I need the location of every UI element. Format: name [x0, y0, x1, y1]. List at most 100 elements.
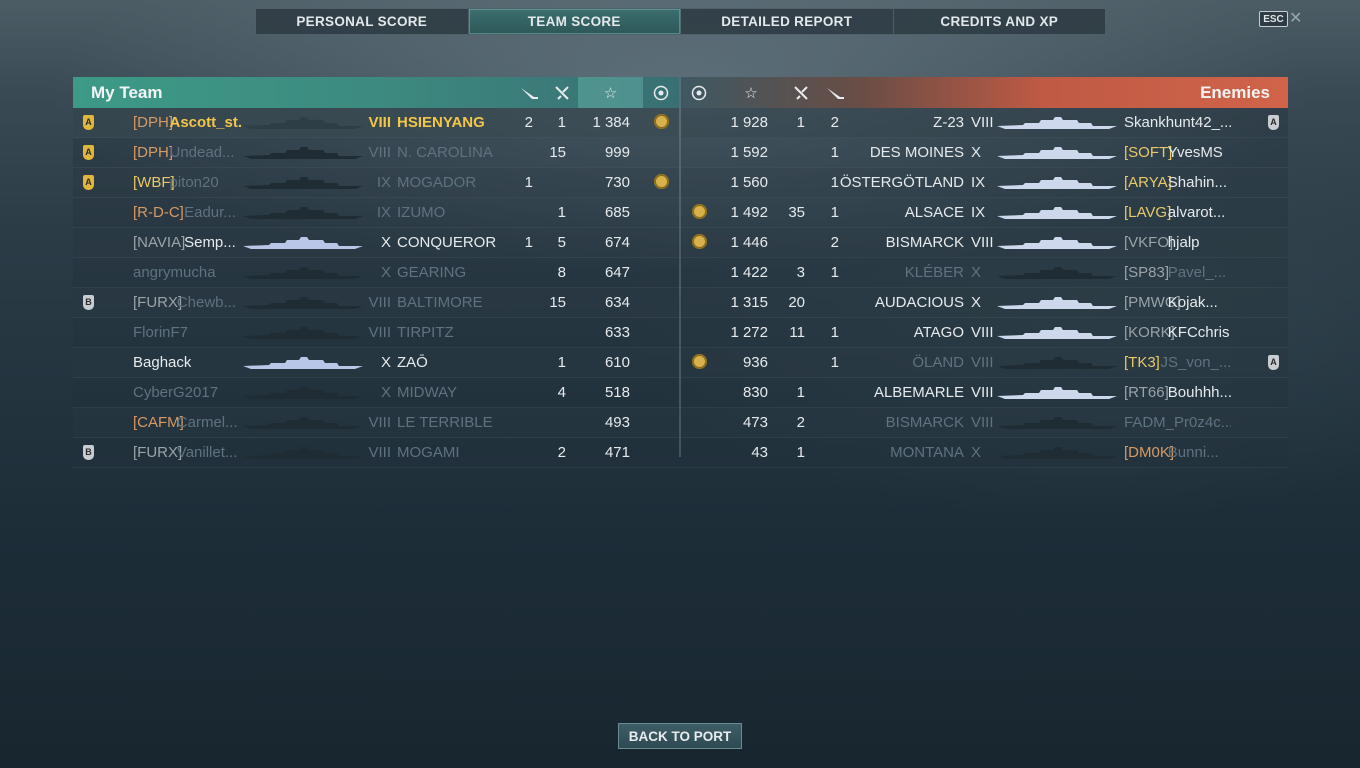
table-row[interactable]: B [FURX] Vanillet... VIII MOGAMI 2 471	[73, 438, 679, 468]
player-name[interactable]: YvesMS	[1168, 138, 1223, 167]
base-xp-score: 730	[604, 174, 630, 191]
player-name[interactable]: piton20	[170, 168, 219, 197]
table-row[interactable]: 1 422 3 1 KLÉBER X [SP83] Pavel_...	[681, 258, 1288, 288]
ship-tier: VIII	[368, 324, 391, 341]
player-name[interactable]: Baghack	[133, 348, 191, 377]
ship-tier: VIII	[971, 384, 994, 401]
plane-icon[interactable]	[546, 77, 578, 108]
table-row[interactable]: 1 492 35 1 ALSACE IX [LAVG] alvarot...	[681, 198, 1288, 228]
player-name[interactable]: Ascott_st...	[170, 108, 244, 137]
ship-name: KLÉBER	[904, 264, 964, 281]
player-name[interactable]: Carmel...	[177, 408, 238, 437]
results-tabs: PERSONAL SCORE TEAM SCORE DETAILED REPORT C…	[255, 8, 1106, 35]
table-row[interactable]: 1 560 1 ÖSTERGÖTLAND IX [ARYA] Shahin...	[681, 168, 1288, 198]
table-row[interactable]: 473 2 BISMARCK VIII FADM_Pr0z4c...	[681, 408, 1288, 438]
tab-credits-and-xp[interactable]: CREDITS AND XP	[894, 9, 1106, 34]
torpedo-hits	[509, 318, 533, 347]
my-team-list: A [DPH] Ascott_st... VIII HSIENYANG 2 1 1 384 A[…	[73, 108, 679, 468]
player-name[interactable]: Chewb...	[177, 288, 236, 317]
planes-destroyed: 1	[557, 354, 566, 371]
ship-tier: VIII	[368, 414, 391, 431]
table-row[interactable]: Baghack X ZAŌ 1 610	[73, 348, 679, 378]
rank-badge: A	[83, 145, 94, 160]
ship-silhouette-icon	[243, 326, 363, 340]
table-row[interactable]: 1 446 2 BISMARCK VIII [VKFO] hjalp	[681, 228, 1288, 258]
table-row[interactable]: CyberG2017 X MIDWAY 4 518	[73, 378, 679, 408]
rank-badge: A	[83, 115, 94, 130]
planes-destroyed: 4	[557, 384, 566, 401]
ship-silhouette-icon	[997, 326, 1117, 340]
torpedo-icon[interactable]	[512, 77, 546, 108]
tab-personal-score[interactable]: PERSONAL SCORE	[256, 9, 469, 34]
table-row[interactable]: A [DPH] Ascott_st... VIII HSIENYANG 2 1 1 384	[73, 108, 679, 138]
base-xp-score: 1 446	[730, 234, 768, 251]
player-clan: [TK3]	[1124, 354, 1160, 371]
back-to-port-button[interactable]: BACK TO PORT	[618, 723, 742, 749]
rank-badge: B	[83, 295, 94, 310]
table-row[interactable]: B [FURX] Chewb... VIII BALTIMORE 15 634	[73, 288, 679, 318]
star-icon[interactable]: ☆	[731, 77, 771, 108]
player-name[interactable]: Shahin...	[1168, 168, 1227, 197]
ship-tier: VIII	[971, 324, 994, 341]
esc-key-hint[interactable]: ESC	[1259, 11, 1288, 27]
player-name[interactable]: Semp...	[184, 228, 236, 257]
player-name[interactable]: angrymucha	[133, 258, 216, 287]
table-row[interactable]: 1 272 11 1 ATAGO VIII [KORK] KFCchris	[681, 318, 1288, 348]
medal-icon	[654, 114, 669, 129]
torpedo-hits: 2	[524, 114, 533, 131]
table-row[interactable]: 43 1 MONTANA X [DM0K] Bunni...	[681, 438, 1288, 468]
player-name[interactable]: Undead...	[170, 138, 235, 167]
torpedo-hits: 1	[524, 234, 533, 251]
table-row[interactable]: 830 1 ALBEMARLE VIII [RT66] Bouhhh...	[681, 378, 1288, 408]
tab-detailed-report[interactable]: DETAILED REPORT	[681, 9, 894, 34]
table-row[interactable]: [CAFM] Carmel... VIII LE TERRIBLE 493	[73, 408, 679, 438]
player-name[interactable]: KFCchris	[1168, 318, 1230, 347]
player-name[interactable]: FADM_Pr0z4c...	[1124, 408, 1231, 437]
close-icon[interactable]: ✕	[1289, 8, 1302, 28]
ship-silhouette-icon	[997, 446, 1117, 460]
ship-name: Z-23	[933, 114, 964, 131]
table-row[interactable]: [NAVIA] Semp... X CONQUEROR 1 5 674	[73, 228, 679, 258]
table-row[interactable]: A [WBF] piton20 IX MOGADOR 1 730	[73, 168, 679, 198]
player-name[interactable]: Vanillet...	[177, 438, 238, 467]
ship-name: MIDWAY	[397, 384, 457, 401]
player-name[interactable]: Bouhhh...	[1168, 378, 1231, 407]
player-name[interactable]: hjalp	[1168, 228, 1200, 257]
player-name[interactable]: Kojak...	[1168, 288, 1218, 317]
player-name[interactable]: Skankhunt42_...	[1124, 108, 1231, 137]
torpedo-hits	[509, 378, 533, 407]
torpedo-icon[interactable]	[819, 77, 851, 108]
table-row[interactable]: angrymucha X GEARING 8 647	[73, 258, 679, 288]
planes-destroyed: 15	[549, 144, 566, 161]
player-name[interactable]: alvarot...	[1168, 198, 1226, 227]
star-icon[interactable]: ☆	[578, 77, 643, 108]
ship-silhouette-icon	[997, 146, 1117, 160]
player-name[interactable]: CyberG2017	[133, 378, 218, 407]
player-name[interactable]: FlorinF7	[133, 318, 188, 347]
table-row[interactable]: A [DPH] Undead... VIII N. CAROLINA 15 999	[73, 138, 679, 168]
ship-name: N. CAROLINA	[397, 144, 493, 161]
base-xp-score: 936	[742, 354, 768, 371]
table-row[interactable]: [R-D-C] Eadur... IX IZUMO 1 685	[73, 198, 679, 228]
plane-icon[interactable]	[785, 77, 817, 108]
planes-destroyed: 5	[557, 234, 566, 251]
ship-tier: X	[971, 444, 982, 461]
medal-icon[interactable]	[643, 77, 679, 108]
player-name[interactable]: Eadur...	[184, 198, 236, 227]
table-row[interactable]: FlorinF7 VIII TIRPITZ 633	[73, 318, 679, 348]
player-name[interactable]: JS_von_...	[1161, 348, 1232, 377]
medal-icon[interactable]	[685, 77, 713, 108]
base-xp-score: 1 492	[730, 204, 768, 221]
table-row[interactable]: 1 315 20 AUDACIOUS X [PMWG] Kojak...	[681, 288, 1288, 318]
table-row[interactable]: 936 1 ÖLAND VIII [TK3] JS_von_... A	[681, 348, 1288, 378]
table-row[interactable]: 1 928 1 2 Z-23 VIII Skankhunt42_... A	[681, 108, 1288, 138]
player-name[interactable]: Bunni...	[1168, 438, 1219, 467]
base-xp-score: 473	[742, 414, 768, 431]
planes-destroyed: 35	[788, 204, 805, 221]
planes-destroyed: 1	[557, 114, 566, 131]
player-name[interactable]: Pavel_...	[1168, 258, 1226, 287]
tab-team-score[interactable]: TEAM SCORE	[468, 9, 681, 34]
table-row[interactable]: 1 592 1 DES MOINES X [SOFT] YvesMS	[681, 138, 1288, 168]
planes-destroyed: 20	[788, 294, 805, 311]
player-clan: [DPH]	[133, 114, 174, 131]
